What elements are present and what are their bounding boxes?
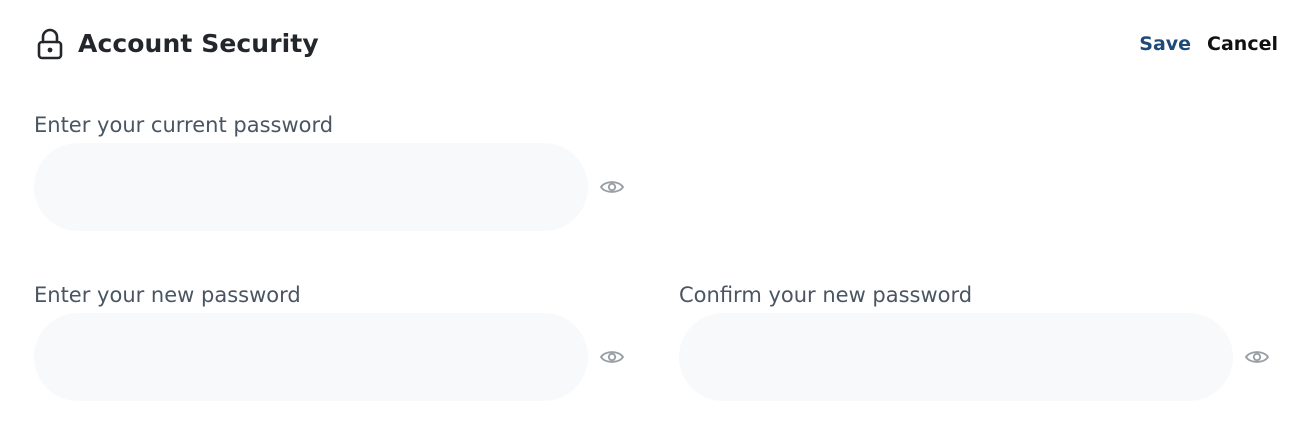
current-password-row (34, 143, 634, 231)
new-password-label: Enter your new password (34, 283, 301, 307)
confirm-password-input[interactable] (679, 313, 1233, 401)
current-password-input[interactable] (34, 143, 588, 231)
confirm-password-row (679, 313, 1279, 401)
header-actions: Save Cancel (1139, 26, 1278, 62)
cancel-button[interactable]: Cancel (1207, 26, 1278, 62)
current-password-label: Enter your current password (34, 113, 334, 137)
new-password-input[interactable] (34, 313, 588, 401)
page-title: Account Security (78, 29, 319, 58)
eye-icon[interactable] (1244, 345, 1270, 369)
new-password-field: Enter your new password (34, 282, 624, 401)
lock-icon (34, 26, 66, 62)
title-group: Account Security (34, 26, 319, 62)
page-header: Account Security Save Cancel (34, 26, 1278, 62)
eye-icon[interactable] (599, 345, 625, 369)
eye-icon[interactable] (599, 175, 625, 199)
current-password-field: Enter your current password (34, 112, 624, 231)
save-button[interactable]: Save (1139, 26, 1191, 62)
new-password-row (34, 313, 634, 401)
confirm-password-label: Confirm your new password (679, 283, 973, 307)
confirm-password-field: Confirm your new password (679, 282, 1269, 401)
